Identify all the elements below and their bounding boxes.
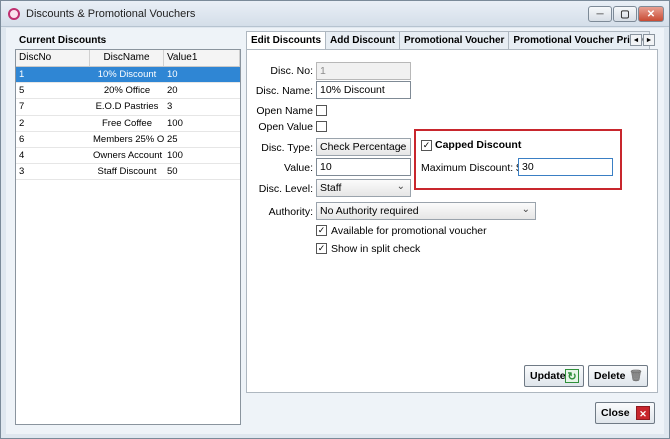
disc-level-label: Disc. Level: [258, 183, 313, 195]
cell-discno: 1 [19, 69, 25, 80]
window-title: Discounts & Promotional Vouchers [26, 8, 196, 20]
column-header-value1[interactable]: Value1 [164, 50, 240, 66]
chevron-down-icon: ⌄ [396, 140, 405, 151]
tab-scroll-right-icon[interactable]: ► [643, 34, 655, 46]
title-bar: Discounts & Promotional Vouchers ─ ▢ ✕ [1, 1, 669, 27]
cell-value: 100 [167, 117, 183, 129]
disc-level-select[interactable]: Staff ⌄ [316, 179, 411, 197]
cell-discname: Owners Account [93, 149, 163, 161]
cell-value: 10 [167, 69, 178, 80]
disc-name-label: Disc. Name: [255, 85, 313, 97]
split-check-checkbox[interactable]: ✓ [316, 243, 327, 254]
max-discount-label: Maximum Discount: $ [421, 162, 522, 174]
cell-discname: Members 25% Off [93, 133, 164, 145]
grid-header: DiscNo DiscName Value1 [16, 50, 240, 67]
app-icon [8, 8, 20, 20]
edit-discounts-panel [246, 49, 658, 393]
cell-discname: Free Coffee [102, 117, 152, 129]
cell-value: 50 [167, 166, 178, 178]
tab-strip: Edit Discounts Add Discount Promotional … [246, 31, 651, 50]
column-header-discname[interactable]: DiscName [90, 50, 164, 66]
maximize-button[interactable]: ▢ [613, 6, 637, 22]
table-row[interactable]: 2 Free Coffee 100 [16, 116, 240, 132]
table-row[interactable]: 7 E.O.D Pastries 3 [16, 99, 240, 116]
tab-edit-discounts[interactable]: Edit Discounts [246, 31, 327, 50]
available-promo-checkbox[interactable]: ✓ [316, 225, 327, 236]
chevron-down-icon: ⌄ [521, 204, 530, 215]
tab-scroll-left-icon[interactable]: ◄ [630, 34, 642, 46]
split-check-label: Show in split check [331, 243, 421, 255]
discounts-grid[interactable]: DiscNo DiscName Value1 1 10% Discount 10… [15, 49, 241, 425]
update-button[interactable]: Update ↻ [524, 365, 584, 387]
cell-discno: 6 [19, 133, 25, 145]
cell-discno: 3 [19, 166, 25, 178]
cell-value: 20 [167, 85, 178, 97]
disc-type-select[interactable]: Check Percentage ⌄ [316, 138, 411, 156]
authority-value: No Authority required [320, 205, 419, 217]
update-label: Update [530, 370, 566, 382]
max-discount-field[interactable]: 30 [518, 158, 613, 176]
cell-value: 3 [167, 101, 173, 113]
tab-add-discount[interactable]: Add Discount [325, 31, 401, 49]
capped-discount-checkbox[interactable]: ✓ [421, 140, 432, 151]
cell-discno: 5 [19, 85, 25, 97]
refresh-icon: ↻ [565, 369, 579, 383]
value-label: Value: [284, 162, 313, 174]
chevron-down-icon: ⌄ [396, 181, 405, 192]
close-button[interactable]: Close ✕ [595, 402, 655, 424]
disc-type-value: Check Percentage [320, 141, 407, 153]
tab-promotional-voucher[interactable]: Promotional Voucher [399, 31, 510, 49]
cell-discname: 20% Office [103, 85, 151, 97]
table-row[interactable]: 1 10% Discount 10 [16, 67, 240, 84]
cell-discname: Staff Discount [97, 166, 157, 178]
table-row[interactable]: 4 Owners Account 100 [16, 148, 240, 165]
close-window-button[interactable]: ✕ [638, 6, 664, 22]
disc-name-field[interactable]: 10% Discount [316, 81, 411, 99]
delete-button[interactable]: Delete 🗑 [588, 365, 648, 387]
table-row[interactable]: 6 Members 25% Off 25 [16, 132, 240, 148]
disc-type-label: Disc. Type: [261, 142, 313, 154]
current-discounts-title: Current Discounts [19, 35, 107, 46]
cell-discno: 2 [19, 117, 25, 129]
disc-level-value: Staff [320, 182, 342, 194]
cell-discno: 4 [19, 149, 25, 161]
open-value-checkbox[interactable] [316, 121, 327, 132]
discounts-window: Discounts & Promotional Vouchers ─ ▢ ✕ C… [0, 0, 670, 439]
cell-discname: 10% Discount [97, 69, 157, 80]
capped-discount-label: Capped Discount [435, 139, 522, 151]
trash-icon: 🗑 [629, 370, 643, 382]
cell-value: 25 [167, 133, 178, 145]
close-icon: ✕ [636, 406, 650, 420]
minimize-button[interactable]: ─ [588, 6, 612, 22]
table-row[interactable]: 3 Staff Discount 50 [16, 164, 240, 181]
disc-no-field[interactable]: 1 [316, 62, 411, 80]
column-header-discno[interactable]: DiscNo [16, 50, 90, 66]
cell-discno: 7 [19, 101, 25, 113]
delete-label: Delete [594, 370, 626, 382]
open-name-label: Open Name [256, 105, 313, 117]
cell-value: 100 [167, 149, 183, 161]
table-row[interactable]: 5 20% Office 20 [16, 83, 240, 100]
open-name-checkbox[interactable] [316, 105, 327, 116]
disc-no-label: Disc. No: [270, 65, 313, 77]
available-promo-label: Available for promotional voucher [331, 225, 487, 237]
authority-label: Authority: [268, 206, 313, 218]
open-value-label: Open Value [258, 121, 313, 133]
authority-select[interactable]: No Authority required ⌄ [316, 202, 536, 220]
value-field[interactable]: 10 [316, 158, 411, 176]
close-label: Close [601, 407, 630, 419]
cell-discname: E.O.D Pastries [95, 101, 159, 113]
